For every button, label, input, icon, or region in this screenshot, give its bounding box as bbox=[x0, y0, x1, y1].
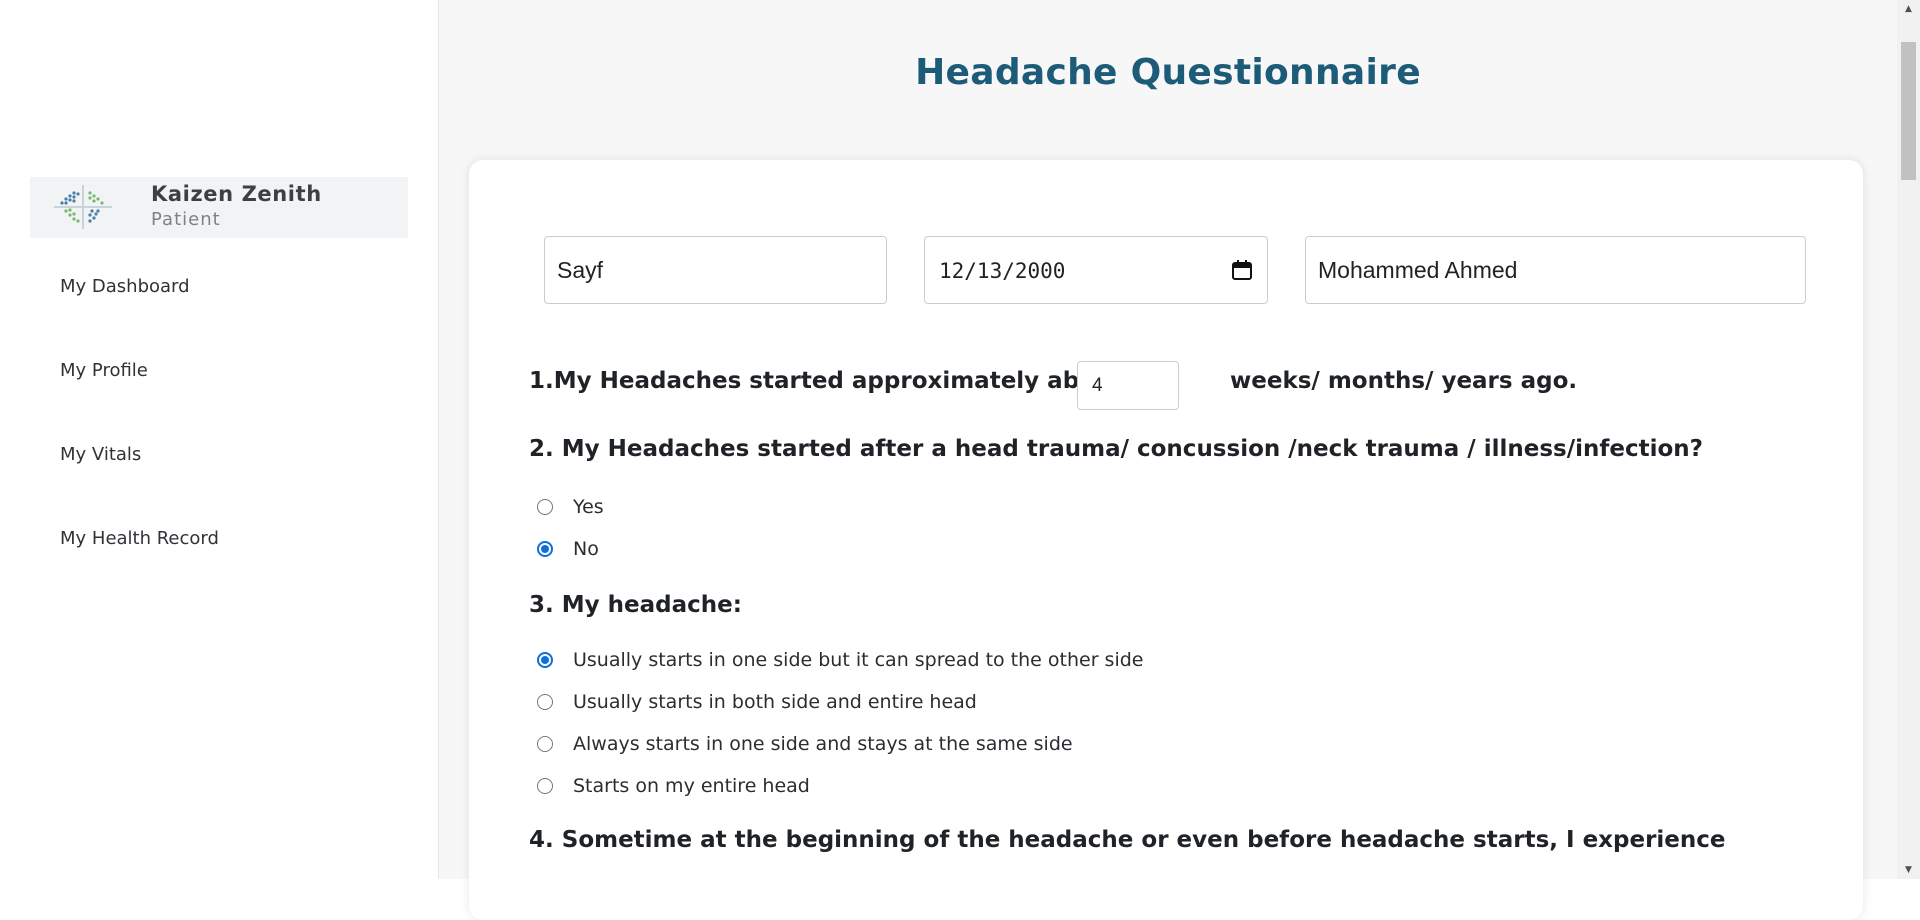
radio-one-side-stays[interactable] bbox=[537, 736, 553, 752]
date-of-birth-value: 12/13/2000 bbox=[939, 259, 1066, 283]
q3-option-4[interactable]: Starts on my entire head bbox=[537, 775, 810, 797]
page-scrollbar[interactable]: ▲ ▼ bbox=[1897, 0, 1920, 879]
sidebar-item-dashboard[interactable]: My Dashboard bbox=[60, 276, 190, 297]
q3-option-1-label: Usually starts in one side but it can sp… bbox=[573, 649, 1144, 671]
scrollbar-thumb[interactable] bbox=[1901, 42, 1916, 180]
q3-option-2[interactable]: Usually starts in both side and entire h… bbox=[537, 691, 977, 713]
questionnaire-card: 12/13/2000 1.My Headaches started approx… bbox=[469, 160, 1863, 920]
radio-entire-head[interactable] bbox=[537, 778, 553, 794]
question-4-label: 4. Sometime at the beginning of the head… bbox=[529, 827, 1726, 853]
last-name-field[interactable] bbox=[1305, 236, 1806, 304]
first-name-field[interactable] bbox=[544, 236, 887, 304]
q3-option-2-label: Usually starts in both side and entire h… bbox=[573, 691, 977, 713]
question-1-label: 1.My Headaches started approximately abo… bbox=[529, 368, 1123, 394]
scroll-down-arrow-icon[interactable]: ▼ bbox=[1897, 861, 1920, 879]
sidebar-item-vitals[interactable]: My Vitals bbox=[60, 444, 141, 465]
headache-duration-input[interactable] bbox=[1077, 361, 1179, 410]
radio-no[interactable] bbox=[537, 541, 553, 557]
date-of-birth-field[interactable]: 12/13/2000 bbox=[924, 236, 1268, 304]
q3-option-1[interactable]: Usually starts in one side but it can sp… bbox=[537, 649, 1143, 671]
sidebar-item-profile[interactable]: My Profile bbox=[60, 360, 148, 381]
question-1-suffix: weeks/ months/ years ago. bbox=[1230, 368, 1578, 394]
q2-option-no[interactable]: No bbox=[537, 538, 599, 560]
main-content: Headache Questionnaire 12/13/2000 1.My H… bbox=[439, 0, 1897, 920]
sidebar-item-health-record[interactable]: My Health Record bbox=[60, 528, 219, 549]
brand-logo[interactable]: Kaizen Zenith Patient bbox=[30, 177, 408, 238]
radio-yes[interactable] bbox=[537, 499, 553, 515]
question-2-label: 2. My Headaches started after a head tra… bbox=[529, 436, 1703, 462]
kaizen-logo-icon bbox=[54, 185, 112, 229]
q3-option-3[interactable]: Always starts in one side and stays at t… bbox=[537, 733, 1073, 755]
radio-both-sides[interactable] bbox=[537, 694, 553, 710]
q3-option-4-label: Starts on my entire head bbox=[573, 775, 810, 797]
q2-option-no-label: No bbox=[573, 538, 599, 560]
brand-subtitle: Patient bbox=[151, 209, 221, 230]
q2-option-yes[interactable]: Yes bbox=[537, 496, 604, 518]
question-3-label: 3. My headache: bbox=[529, 592, 742, 618]
page-title: Headache Questionnaire bbox=[915, 52, 1421, 93]
sidebar: Kaizen Zenith Patient My Dashboard My Pr… bbox=[0, 0, 439, 879]
q3-option-3-label: Always starts in one side and stays at t… bbox=[573, 733, 1073, 755]
calendar-icon[interactable] bbox=[1231, 259, 1253, 281]
radio-one-side-spread[interactable] bbox=[537, 652, 553, 668]
brand-name: Kaizen Zenith bbox=[151, 182, 322, 206]
scroll-up-arrow-icon[interactable]: ▲ bbox=[1897, 0, 1920, 18]
q2-option-yes-label: Yes bbox=[573, 496, 604, 518]
